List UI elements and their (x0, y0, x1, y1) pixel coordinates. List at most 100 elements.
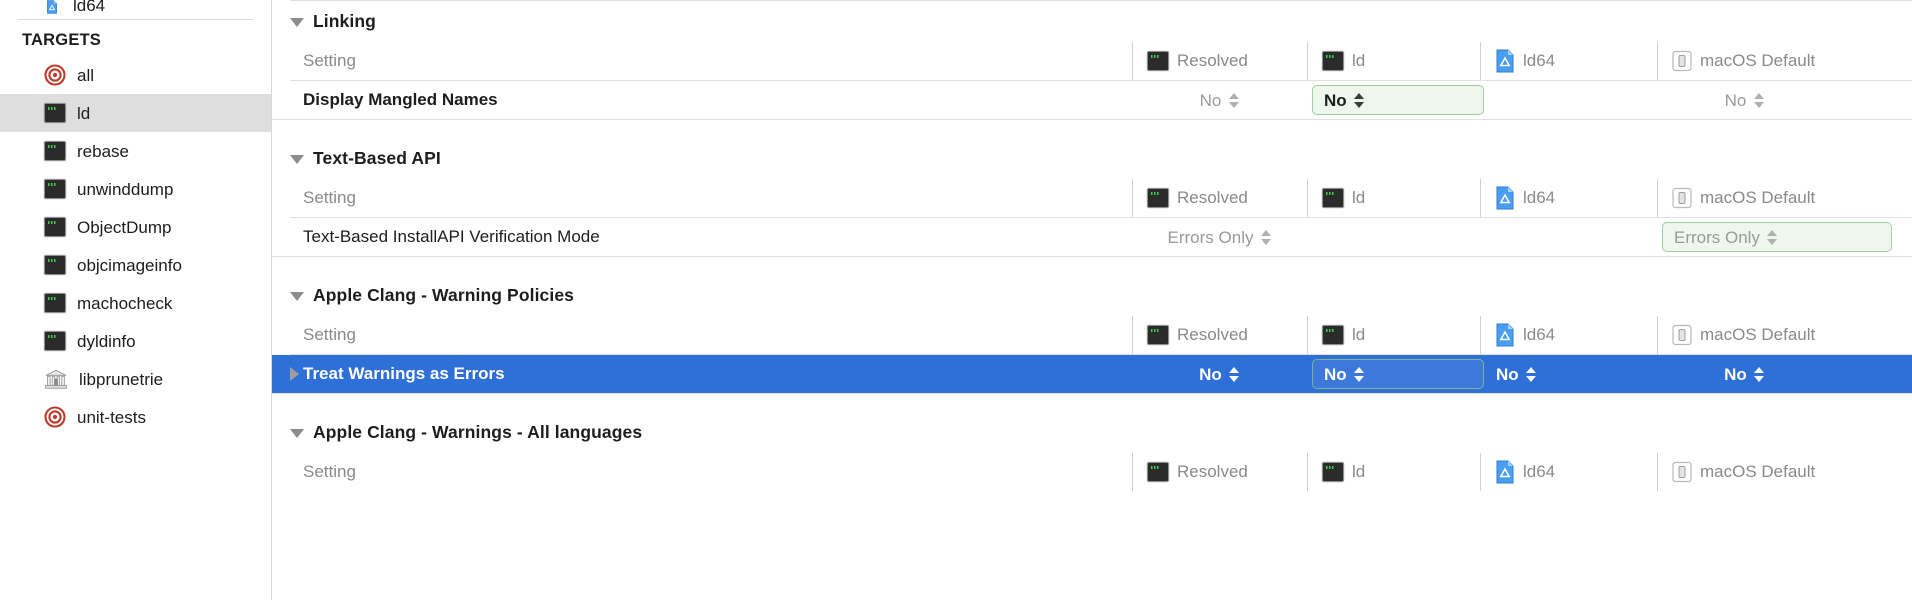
column-header-label: Resolved (1177, 188, 1248, 207)
setting-value-ld[interactable]: No (1312, 85, 1484, 115)
column-header-resolved[interactable]: Resolved (1132, 453, 1307, 491)
section-title: Linking (313, 11, 376, 31)
sidebar-item-label: ObjectDump (77, 217, 172, 237)
column-header-row: Setting Resolved ld ld64 macOS Default (272, 42, 1912, 80)
value-text: No (1724, 364, 1747, 384)
sidebar-item-label: objcimageinfo (77, 255, 182, 275)
column-header-ld[interactable]: ld (1307, 453, 1480, 491)
column-header-resolved[interactable]: Resolved (1132, 316, 1307, 354)
sidebar-item-label: ld (77, 103, 91, 123)
section-header-apple-clang-warning-policies[interactable]: Apple Clang - Warning Policies (272, 275, 1912, 316)
setting-row-text-based-installapi-verification-mode[interactable]: Text-Based InstallAPI Verification Mode … (272, 218, 1912, 256)
setting-value-ld64[interactable] (1480, 222, 1657, 252)
setting-name: Treat Warnings as Errors (303, 364, 505, 383)
column-header-label: ld (1352, 51, 1366, 70)
section-header-apple-clang-warnings-all-languages[interactable]: Apple Clang - Warnings - All languages (272, 412, 1912, 453)
sidebar-item-objcimageinfo[interactable]: objcimageinfo (0, 246, 271, 284)
sidebar-item-unwinddump[interactable]: unwinddump (0, 170, 271, 208)
setting-value-ld64[interactable]: No (1484, 359, 1594, 389)
sidebar-item-label: rebase (77, 141, 129, 161)
stepper-icon[interactable] (1228, 92, 1239, 108)
build-settings-table: Linking Setting Resolved ld ld64 macOS D… (272, 0, 1912, 600)
stepper-icon[interactable] (1260, 229, 1271, 245)
chevron-right-icon[interactable] (290, 367, 299, 381)
chevron-down-icon[interactable] (290, 155, 304, 164)
sidebar-item-rebase[interactable]: rebase (0, 132, 271, 170)
column-header-ld[interactable]: ld (1307, 316, 1480, 354)
macos-default-icon (1672, 50, 1692, 72)
sidebar-item-ld64-label: ld64 (73, 0, 106, 14)
stepper-icon[interactable] (1229, 366, 1240, 382)
executable-icon (44, 331, 66, 351)
sidebar-item-ld[interactable]: ld (0, 94, 271, 132)
executable-icon (1322, 325, 1344, 345)
section-title: Apple Clang - Warning Policies (313, 285, 574, 305)
column-header-row: Setting Resolved ld ld64 macOS Default (272, 316, 1912, 354)
setting-value-resolved[interactable]: No (1132, 85, 1307, 115)
setting-row-display-mangled-names[interactable]: Display Mangled Names No No No (272, 81, 1912, 119)
target-icon (44, 406, 66, 428)
executable-icon (44, 103, 66, 123)
column-header-ld64[interactable]: ld64 (1480, 316, 1657, 354)
section-header-text-based-api[interactable]: Text-Based API (272, 138, 1912, 179)
sidebar-item-label: unwinddump (77, 179, 174, 199)
executable-icon (1322, 188, 1344, 208)
column-header-macos-default[interactable]: macOS Default (1657, 179, 1912, 217)
stepper-icon[interactable] (1767, 229, 1778, 245)
value-text: No (1724, 90, 1747, 110)
sidebar-item-libprunetrie[interactable]: libprunetrie (0, 360, 271, 398)
executable-icon (1147, 462, 1169, 482)
column-header-ld[interactable]: ld (1307, 179, 1480, 217)
executable-icon (1147, 325, 1169, 345)
column-header-macos-default[interactable]: macOS Default (1657, 42, 1912, 80)
section-title: Text-Based API (313, 148, 441, 168)
chevron-down-icon[interactable] (290, 429, 304, 438)
setting-value-ld[interactable]: No (1312, 359, 1484, 389)
executable-icon (1147, 51, 1169, 71)
column-header-ld[interactable]: ld (1307, 42, 1480, 80)
setting-value-resolved[interactable]: Errors Only (1132, 222, 1307, 252)
section-header-linking[interactable]: Linking (272, 1, 1912, 42)
project-icon (47, 0, 57, 14)
chevron-down-icon[interactable] (290, 292, 304, 301)
setting-value-macos-default[interactable]: No (1657, 85, 1832, 115)
setting-value-macos-default[interactable]: Errors Only (1662, 222, 1892, 252)
stepper-icon[interactable] (1354, 366, 1365, 382)
project-icon (1496, 323, 1514, 347)
setting-value-ld64[interactable] (1480, 85, 1657, 115)
column-header-ld64[interactable]: ld64 (1480, 179, 1657, 217)
column-header-resolved[interactable]: Resolved (1132, 179, 1307, 217)
column-header-label: ld64 (1523, 188, 1556, 207)
setting-row-treat-warnings-as-errors[interactable]: Treat Warnings as Errors No No No No (272, 355, 1912, 393)
stepper-icon[interactable] (1753, 92, 1764, 108)
executable-icon (1322, 462, 1344, 482)
sidebar-item-objectdump[interactable]: ObjectDump (0, 208, 271, 246)
sidebar-item-machocheck[interactable]: machocheck (0, 284, 271, 322)
sidebar-item-unit-tests[interactable]: unit-tests (0, 398, 271, 436)
column-header-ld64[interactable]: ld64 (1480, 453, 1657, 491)
sidebar-item-label: all (77, 65, 95, 85)
sidebar-group-title-targets: TARGETS (22, 31, 102, 49)
column-header-resolved[interactable]: Resolved (1132, 42, 1307, 80)
chevron-down-icon[interactable] (290, 18, 304, 27)
column-header-label: Resolved (1177, 51, 1248, 70)
sidebar-item-ld64-partial[interactable]: ld64 (0, 0, 271, 14)
stepper-icon[interactable] (1754, 366, 1765, 382)
stepper-icon[interactable] (1354, 92, 1365, 108)
setting-value-macos-default[interactable]: No (1657, 359, 1832, 389)
sidebar-item-all[interactable]: all (0, 56, 271, 94)
column-header-ld64[interactable]: ld64 (1480, 42, 1657, 80)
value-text: No (1199, 90, 1222, 110)
project-icon (1496, 49, 1514, 73)
setting-value-ld[interactable] (1312, 222, 1484, 252)
sidebar-item-dyldinfo[interactable]: dyldinfo (0, 322, 271, 360)
executable-icon (44, 255, 66, 275)
project-icon (1496, 460, 1514, 484)
stepper-icon[interactable] (1526, 366, 1537, 382)
column-header-macos-default[interactable]: macOS Default (1657, 453, 1912, 491)
setting-value-resolved[interactable]: No (1132, 359, 1307, 389)
column-header-label: Resolved (1177, 462, 1248, 481)
column-header-label: ld64 (1523, 51, 1556, 70)
column-header-label: Resolved (1177, 325, 1248, 344)
column-header-macos-default[interactable]: macOS Default (1657, 316, 1912, 354)
